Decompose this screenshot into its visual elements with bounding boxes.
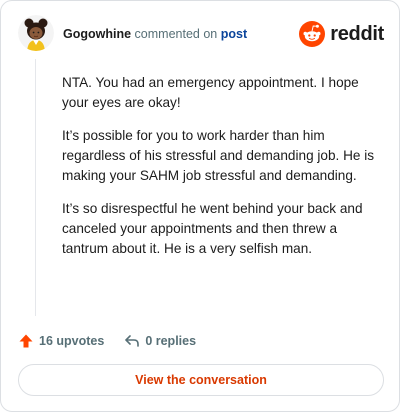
comment-paragraph: It’s so disrespectful he went behind you… <box>62 201 363 256</box>
action-text: commented on <box>134 27 218 41</box>
comment-header: Gogowhine commented on post reddit <box>18 15 384 53</box>
comment-embed-card: Gogowhine commented on post reddit NTA. … <box>0 0 400 412</box>
replies-button[interactable]: 0 replies <box>124 333 196 349</box>
reddit-logo[interactable]: reddit <box>299 21 384 47</box>
upvotes-button[interactable]: 16 upvotes <box>18 333 104 349</box>
comment-paragraph: NTA. You had an emergency appointment. I… <box>62 75 359 110</box>
reddit-wordmark: reddit <box>330 23 384 45</box>
comment-actions: 16 upvotes 0 replies <box>18 331 196 351</box>
reply-arrow-icon <box>125 335 140 347</box>
post-link[interactable]: post <box>221 27 247 41</box>
reddit-snoo-icon <box>299 21 326 47</box>
replies-count: 0 replies <box>145 334 197 348</box>
avatar-icon <box>18 15 54 51</box>
comment-paragraph: It’s possible for you to work harder tha… <box>62 128 375 183</box>
upvote-arrow-icon <box>19 334 33 348</box>
username-link[interactable]: Gogowhine <box>63 27 131 41</box>
comment-body: NTA. You had an emergency appointment. I… <box>62 73 382 272</box>
user-avatar[interactable] <box>18 15 54 51</box>
upvotes-count: 16 upvotes <box>39 334 105 348</box>
thread-line <box>35 59 36 316</box>
view-conversation-button[interactable]: View the conversation <box>18 364 384 396</box>
comment-meta: Gogowhine commented on post <box>63 27 247 41</box>
